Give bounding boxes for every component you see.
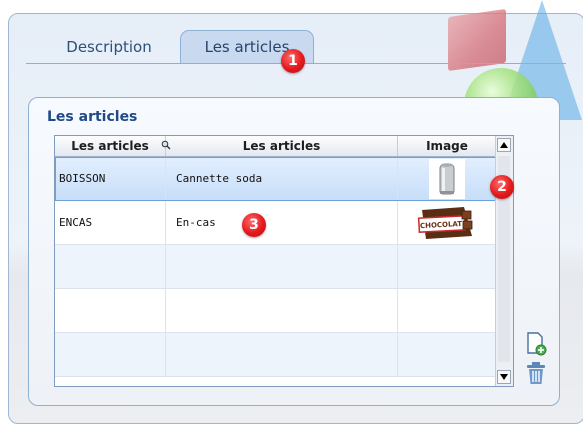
column-header-image-label: Image	[426, 139, 468, 153]
soda-can-image	[429, 158, 465, 199]
column-header-image[interactable]: Image	[398, 136, 497, 156]
column-header-code-label: Les articles	[71, 139, 149, 153]
cell-image	[398, 157, 497, 200]
cell-label	[166, 333, 398, 376]
table-row[interactable]	[55, 333, 497, 377]
add-document-icon[interactable]	[525, 331, 547, 357]
decorative-cube-icon	[448, 8, 506, 72]
group-title: Les articles	[47, 109, 138, 125]
scroll-up-button[interactable]	[497, 138, 511, 152]
callout-badge-2: 2	[490, 175, 514, 199]
cell-code	[55, 245, 166, 288]
chevron-down-icon	[500, 374, 508, 380]
table-row[interactable]	[55, 289, 497, 333]
cell-image: CHOCOLAT	[398, 201, 497, 244]
cell-image	[398, 333, 497, 376]
chevron-up-icon	[500, 142, 508, 148]
cell-code	[55, 289, 166, 332]
callout-badge-3: 3	[242, 213, 266, 237]
cell-image	[398, 245, 497, 288]
cell-label	[166, 289, 398, 332]
table-header: Les articles Les articles Image	[55, 136, 497, 157]
table-row[interactable]: BOISSON Cannette soda	[55, 157, 497, 201]
cell-label: Cannette soda	[166, 157, 398, 200]
trash-icon[interactable]	[525, 360, 547, 386]
vertical-scrollbar[interactable]	[495, 136, 513, 386]
scroll-down-button[interactable]	[497, 370, 511, 384]
column-header-label[interactable]: Les articles	[166, 136, 398, 156]
column-header-label-text: Les articles	[242, 139, 321, 153]
tab-les-articles-label: Les articles	[204, 38, 290, 56]
column-header-code[interactable]: Les articles	[55, 136, 171, 156]
cell-label	[166, 245, 398, 288]
tab-description[interactable]: Description	[48, 30, 170, 63]
table-rows: BOISSON Cannette soda ENCAS En-cas CHOCO…	[55, 157, 497, 377]
callout-badge-1: 1	[281, 49, 305, 73]
chocolate-bar-image: CHOCOLAT	[417, 206, 473, 239]
table-row[interactable]: ENCAS En-cas CHOCOLAT	[55, 201, 497, 245]
cell-code	[55, 333, 166, 376]
cell-image	[398, 289, 497, 332]
tab-description-label: Description	[66, 37, 152, 56]
articles-table[interactable]: Les articles Les articles Image BOISSON …	[54, 135, 514, 387]
cell-label: En-cas	[166, 201, 398, 244]
table-row[interactable]	[55, 245, 497, 289]
cell-code: BOISSON	[55, 157, 166, 200]
cell-code: ENCAS	[55, 201, 166, 244]
